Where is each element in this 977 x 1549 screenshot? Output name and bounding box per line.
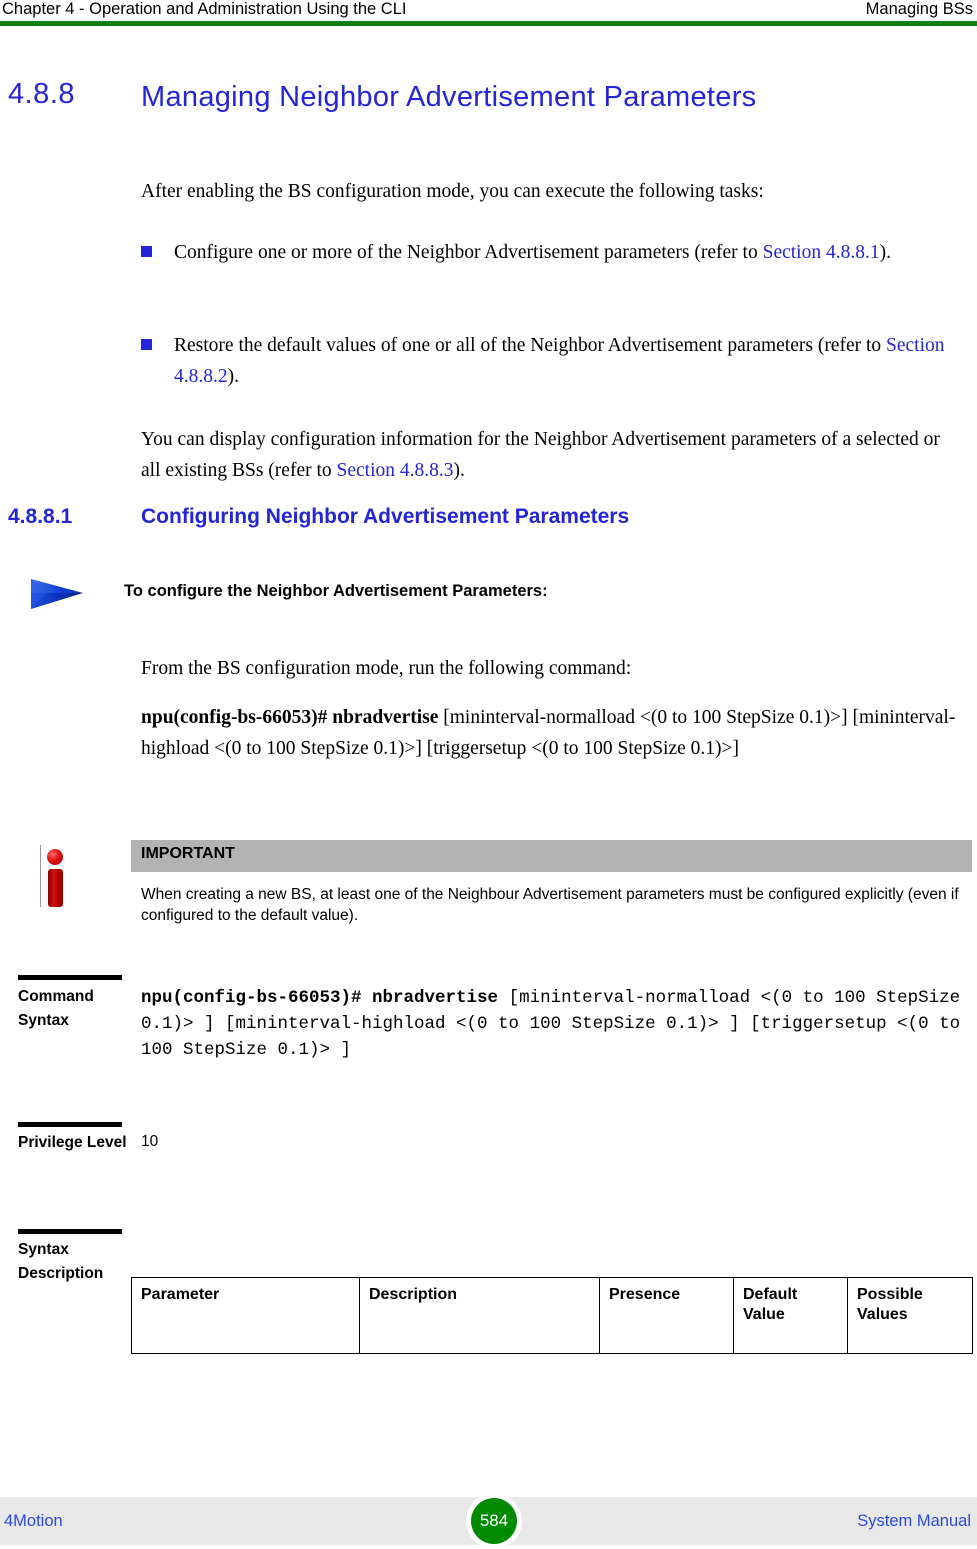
privilege-level-label: Privilege Level [18,1134,127,1151]
subsection-title: Configuring Neighbor Advertisement Param… [141,505,630,528]
procedure-title: To configure the Neighbor Advertisement … [124,582,548,600]
info-icon-dot [47,849,63,865]
header-section-title: Managing BSs [865,0,973,18]
procedure-intro: From the BS configuration mode, run the … [141,658,632,679]
closing-text-after: ). [453,460,465,481]
note-icon-divider [40,845,41,907]
section-title: Managing Neighbor Advertisement Paramete… [141,81,757,113]
note-body-text: When creating a new BS, at least one of … [141,886,959,924]
closing-text-before: You can display configuration informatio… [141,429,940,481]
privilege-level-rule [18,1122,122,1127]
command-prompt: npu(config-bs-66053)# nbradvertise [141,707,439,728]
column-header-description: Description [359,1277,600,1354]
command-example: npu(config-bs-66053)# nbradvertise [mini… [141,702,971,764]
list-item: Configure one or more of the Neighbor Ad… [141,237,959,268]
cross-reference-link[interactable]: Section 4.8.8.1 [763,242,880,263]
command-syntax-label: Command Syntax [18,988,94,1029]
list-item: Restore the default values of one or all… [141,330,959,392]
bullet-square-icon [141,246,152,257]
bullet-square-icon [141,339,152,350]
header-chapter-title: Chapter 4 - Operation and Administration… [2,0,407,18]
column-header-default-value: Default Value [733,1277,848,1354]
list-item-text-after: ). [227,366,239,387]
column-header-parameter: Parameter [131,1277,360,1354]
list-item-text-after: ). [879,242,891,263]
privilege-level-value: 10 [141,1133,159,1150]
info-icon-stem [48,869,63,907]
footer-product-name: 4Motion [4,1512,63,1530]
footer-page-number: 584 [471,1498,517,1544]
note-header-band: IMPORTANT [131,840,972,872]
command-syntax-value-bold: npu(config-bs-66053)# nbradvertise [141,988,499,1008]
command-syntax-value: npu(config-bs-66053)# nbradvertise [mini… [141,985,977,1063]
footer-document-name: System Manual [857,1512,971,1530]
table-header-row: Parameter Description Presence Default V… [131,1277,973,1354]
procedure-arrow-icon [31,579,83,609]
header-green-rule [0,21,977,26]
list-item-text: Restore the default values of one or all… [174,330,959,392]
syntax-description-table: Parameter Description Presence Default V… [131,1277,973,1354]
list-item-text: Configure one or more of the Neighbor Ad… [174,237,959,268]
list-item-text-before: Configure one or more of the Neighbor Ad… [174,242,763,263]
note-label: IMPORTANT [141,845,235,862]
cross-reference-link[interactable]: Section 4.8.8.3 [337,460,454,481]
section-closing-paragraph: You can display configuration informatio… [141,424,959,486]
section-intro-paragraph: After enabling the BS configuration mode… [141,181,764,202]
column-header-presence: Presence [599,1277,734,1354]
syntax-description-label: Syntax Description [18,1241,104,1282]
list-item-text-before: Restore the default values of one or all… [174,335,887,356]
syntax-description-rule [18,1229,122,1234]
command-syntax-rule [18,975,122,980]
section-number: 4.8.8 [8,78,75,110]
column-header-possible-values: Possible Values [847,1277,973,1354]
subsection-number: 4.8.8.1 [8,505,73,528]
